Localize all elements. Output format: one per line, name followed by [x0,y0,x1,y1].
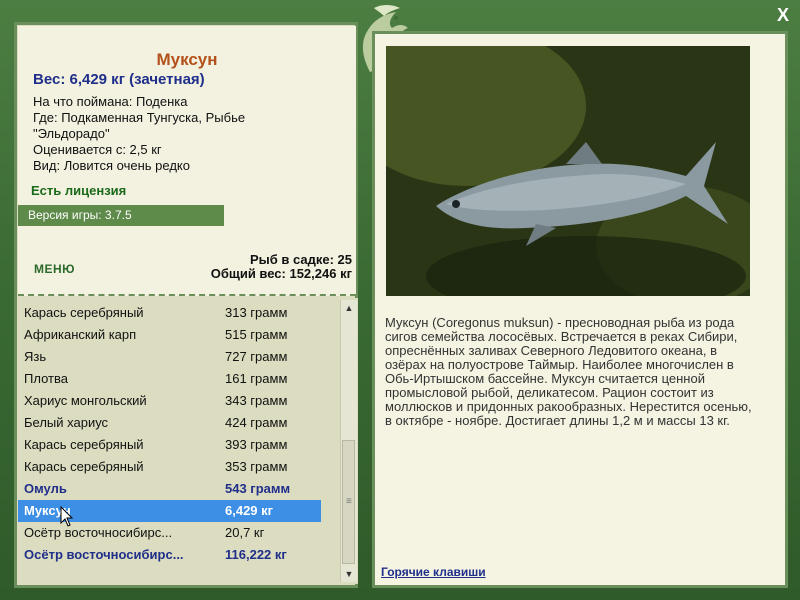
catch-fish-name: Плотва [24,371,68,386]
catch-fish-name: Карась серебряный [24,459,144,474]
version-bar: Версия игры: 3.7.5 [18,205,224,226]
catch-fish-weight: 543 грамм [225,481,291,496]
scroll-down-arrow-icon[interactable]: ▼ [341,566,357,582]
fish-info-card: Муксун Вес: 6,429 кг (зачетная) На что п… [18,26,356,296]
fish-title: Муксун [156,50,218,69]
total-weight: Общий вес: 152,246 кг [210,266,352,281]
fish-weight: Вес: 6,429 кг (зачетная) [33,71,205,88]
close-button[interactable]: X [773,5,793,25]
catch-list-row[interactable]: Карась серебряный 393 грамм [18,434,321,456]
catch-list: Карась серебряный 313 грамм Африканский ка… [18,298,358,584]
catch-fish-weight: 313 грамм [225,305,288,320]
catch-fish-weight: 515 грамм [225,327,288,342]
menu-button[interactable]: МЕНЮ [34,262,75,276]
price-text: Оценивается с: 2,5 кг [33,142,162,157]
section-divider [18,294,356,296]
caught-on-text: На что поймана: Поденка [33,94,188,109]
catch-list-row[interactable]: Карась серебряный 353 грамм [18,456,321,478]
scroll-up-arrow-icon[interactable]: ▲ [341,300,357,316]
catch-fish-weight: 343 грамм [225,393,288,408]
fish-count: Рыб в садке: 25 [249,252,352,267]
mouse-cursor-icon [60,506,74,527]
scroll-thumb[interactable]: ≡ [342,440,355,564]
location-text-line2: "Эльдорадо" [33,126,110,141]
catch-fish-name: Карась серебряный [24,437,144,452]
catch-fish-weight: 6,429 кг [225,503,274,518]
catch-fish-weight: 424 грамм [225,415,288,430]
catch-fish-weight: 116,222 кг [225,547,287,562]
catch-fish-name: Белый хариус [24,415,109,430]
catch-list-row[interactable]: Карась серебряный 313 грамм [18,302,321,324]
fish-description: Муксун (Coregonus muksun) - пресноводная… [385,315,752,428]
catch-list-row[interactable]: Омуль 543 грамм [18,478,321,500]
catch-fish-name: Африканский карп [24,327,137,342]
keepnet-stats: Рыб в садке: 25 Общий вес: 152,246 кг [211,253,352,281]
catch-fish-name: Карась серебряный [24,305,144,320]
catch-list-row[interactable]: Хариус монгольский 343 грамм [18,390,321,412]
catch-list-row[interactable]: Осётр восточносибирс... 116,222 кг [18,544,321,566]
catch-fish-name: Язь [24,349,47,364]
catch-list-scrollbar[interactable]: ▲ ≡ ▼ [340,300,357,582]
license-status: Есть лицензия [31,183,127,198]
grip-icon: ≡ [346,496,352,507]
catch-fish-name: Омуль [24,481,67,496]
catch-fish-name: Осётр восточносибирс... [24,525,173,540]
fish-photo [386,46,750,296]
catch-fish-weight: 393 грамм [225,437,288,452]
catch-fish-weight: 353 грамм [225,459,288,474]
catch-list-row[interactable]: Белый хариус 424 грамм [18,412,321,434]
catch-fish-name: Хариус монгольский [24,393,147,408]
catch-list-row[interactable]: Плотва 161 грамм [18,368,321,390]
rarity-text: Вид: Ловится очень редко [33,158,190,173]
fish-image [386,46,750,296]
catch-list-row[interactable]: Африканский карп 515 грамм [18,324,321,346]
catch-fish-weight: 20,7 кг [225,525,265,540]
catch-list-row[interactable]: Язь 727 грамм [18,346,321,368]
catch-fish-weight: 727 грамм [225,349,288,364]
hotkeys-link[interactable]: Горячие клавиши [381,565,486,579]
catch-fish-weight: 161 грамм [225,371,288,386]
location-text-line1: Где: Подкаменная Тунгуска, Рыбье [33,110,246,125]
catch-fish-name: Осётр восточносибирс... [24,547,184,562]
